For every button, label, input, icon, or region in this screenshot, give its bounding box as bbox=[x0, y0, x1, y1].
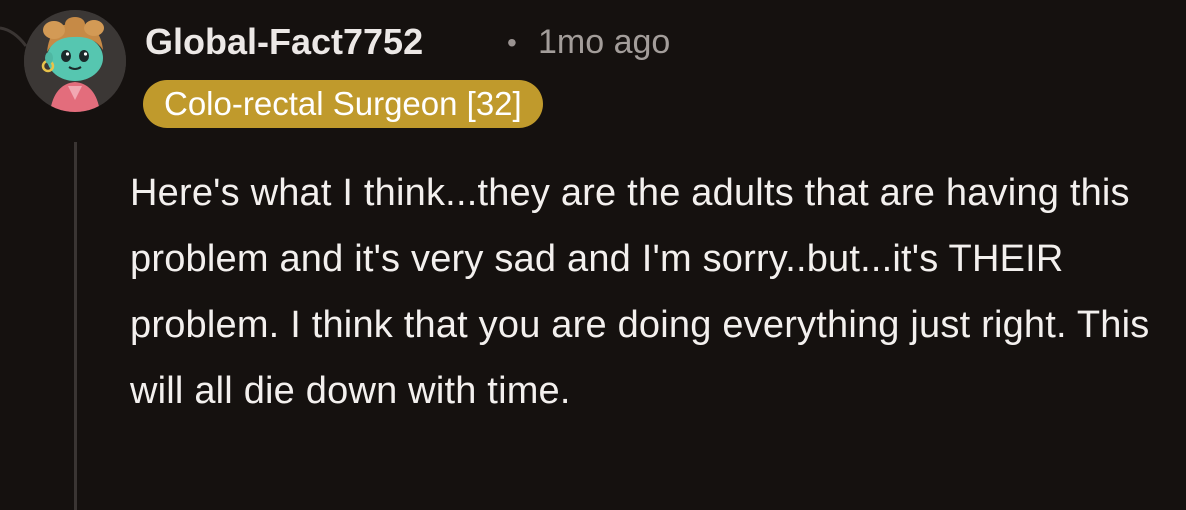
meta-separator: • bbox=[507, 27, 517, 58]
snoo-avatar-icon bbox=[24, 10, 126, 112]
thread-line[interactable] bbox=[74, 142, 77, 510]
comment-card: Global-Fact7752 • 1mo ago Colo-rectal Su… bbox=[0, 0, 1186, 510]
avatar[interactable] bbox=[24, 10, 126, 112]
comment-body-text: Here's what I think...they are the adult… bbox=[130, 172, 1150, 412]
author-username[interactable]: Global-Fact7752 bbox=[145, 21, 423, 63]
user-flair-badge: Colo-rectal Surgeon [32] bbox=[143, 80, 543, 128]
comment-timestamp[interactable]: 1mo ago bbox=[538, 23, 670, 62]
